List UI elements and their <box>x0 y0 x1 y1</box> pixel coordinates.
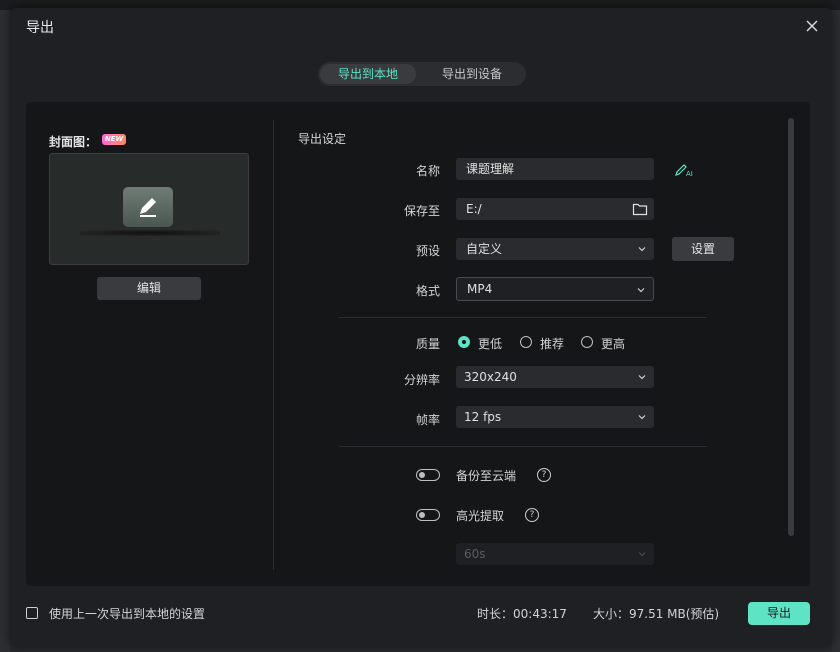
cover-label: 封面图： <box>49 135 98 149</box>
quality-option-low: 更低 <box>478 337 503 351</box>
settings-title: 导出设定 <box>298 132 347 146</box>
preset-settings-button[interactable]: 设置 <box>672 237 734 261</box>
framerate-select[interactable]: 12 fps <box>456 406 654 428</box>
export-settings-panel: 封面图： NEW 编辑 导出设定 名称 课题理解 AI 保存至 E:/ 预设 自… <box>26 102 810 586</box>
name-label: 名称 <box>415 164 440 178</box>
export-dialog: 导出 导出到本地 导出到设备 封面图： NEW 编辑 导出设定 名称 课题理解 … <box>10 8 832 646</box>
format-value: MP4 <box>467 282 493 296</box>
help-icon[interactable]: ? <box>537 468 551 482</box>
resolution-value: 320x240 <box>464 370 517 384</box>
highlight-extract-label: 高光提取 <box>456 509 505 523</box>
edit-cover-button[interactable]: 编辑 <box>97 277 201 300</box>
chevron-down-icon <box>637 288 645 293</box>
chevron-down-icon <box>638 552 646 557</box>
use-last-settings-label: 使用上一次导出到本地的设置 <box>49 607 206 621</box>
use-last-settings-checkbox[interactable] <box>26 607 38 619</box>
quality-radio-recommended[interactable] <box>520 336 532 348</box>
app-background-left <box>0 10 10 652</box>
cover-icon-shadow <box>80 230 220 236</box>
estimated-size-text: 大小：97.51 MB(预估) <box>593 607 720 621</box>
toggle-knob <box>419 512 425 518</box>
pencil-icon <box>123 187 173 227</box>
section-divider <box>339 317 707 318</box>
resolution-select[interactable]: 320x240 <box>456 366 654 388</box>
format-select[interactable]: MP4 <box>456 277 654 301</box>
ai-pencil-icon[interactable]: AI <box>674 162 696 178</box>
export-button[interactable]: 导出 <box>748 602 810 625</box>
help-icon[interactable]: ? <box>525 508 539 522</box>
folder-icon[interactable] <box>632 202 648 216</box>
quality-radio-high[interactable] <box>581 336 593 348</box>
export-tabs: 导出到本地 导出到设备 <box>318 62 526 86</box>
highlight-extract-toggle[interactable] <box>416 509 440 521</box>
svg-text:AI: AI <box>686 170 693 178</box>
section-divider <box>339 446 707 447</box>
cover-thumbnail[interactable] <box>49 153 249 265</box>
framerate-label: 帧率 <box>415 413 440 427</box>
save-to-label: 保存至 <box>403 204 440 218</box>
highlight-duration-value: 60s <box>464 547 486 561</box>
new-badge: NEW <box>102 134 126 145</box>
duration-text: 时长：00:43:17 <box>477 607 567 621</box>
name-input[interactable]: 课题理解 <box>456 158 654 180</box>
preset-label: 预设 <box>415 244 440 258</box>
app-background-right <box>832 10 840 652</box>
backup-cloud-toggle[interactable] <box>416 469 440 481</box>
quality-option-high: 更高 <box>601 337 626 351</box>
chevron-down-icon <box>638 375 646 380</box>
preset-value: 自定义 <box>466 242 503 256</box>
quality-radio-low[interactable] <box>458 336 470 348</box>
chevron-down-icon <box>638 247 646 252</box>
tab-export-device[interactable]: 导出到设备 <box>422 64 522 84</box>
chevron-down-icon <box>638 415 646 420</box>
settings-scrollbar[interactable] <box>788 118 794 536</box>
highlight-duration-select: 60s <box>456 543 654 565</box>
tab-export-local[interactable]: 导出到本地 <box>320 64 416 84</box>
framerate-value: 12 fps <box>464 410 502 424</box>
backup-cloud-label: 备份至云端 <box>456 469 517 483</box>
resolution-label: 分辨率 <box>403 373 440 387</box>
format-label: 格式 <box>415 284 440 298</box>
dialog-title: 导出 <box>26 20 54 36</box>
toggle-knob <box>419 472 425 478</box>
close-icon[interactable] <box>804 18 820 34</box>
save-path-input[interactable]: E:/ <box>456 198 654 220</box>
save-path-value: E:/ <box>466 202 482 216</box>
quality-label: 质量 <box>415 337 440 351</box>
preset-select[interactable]: 自定义 <box>456 238 654 260</box>
quality-option-recommended: 推荐 <box>540 337 565 351</box>
vertical-divider <box>273 120 274 570</box>
